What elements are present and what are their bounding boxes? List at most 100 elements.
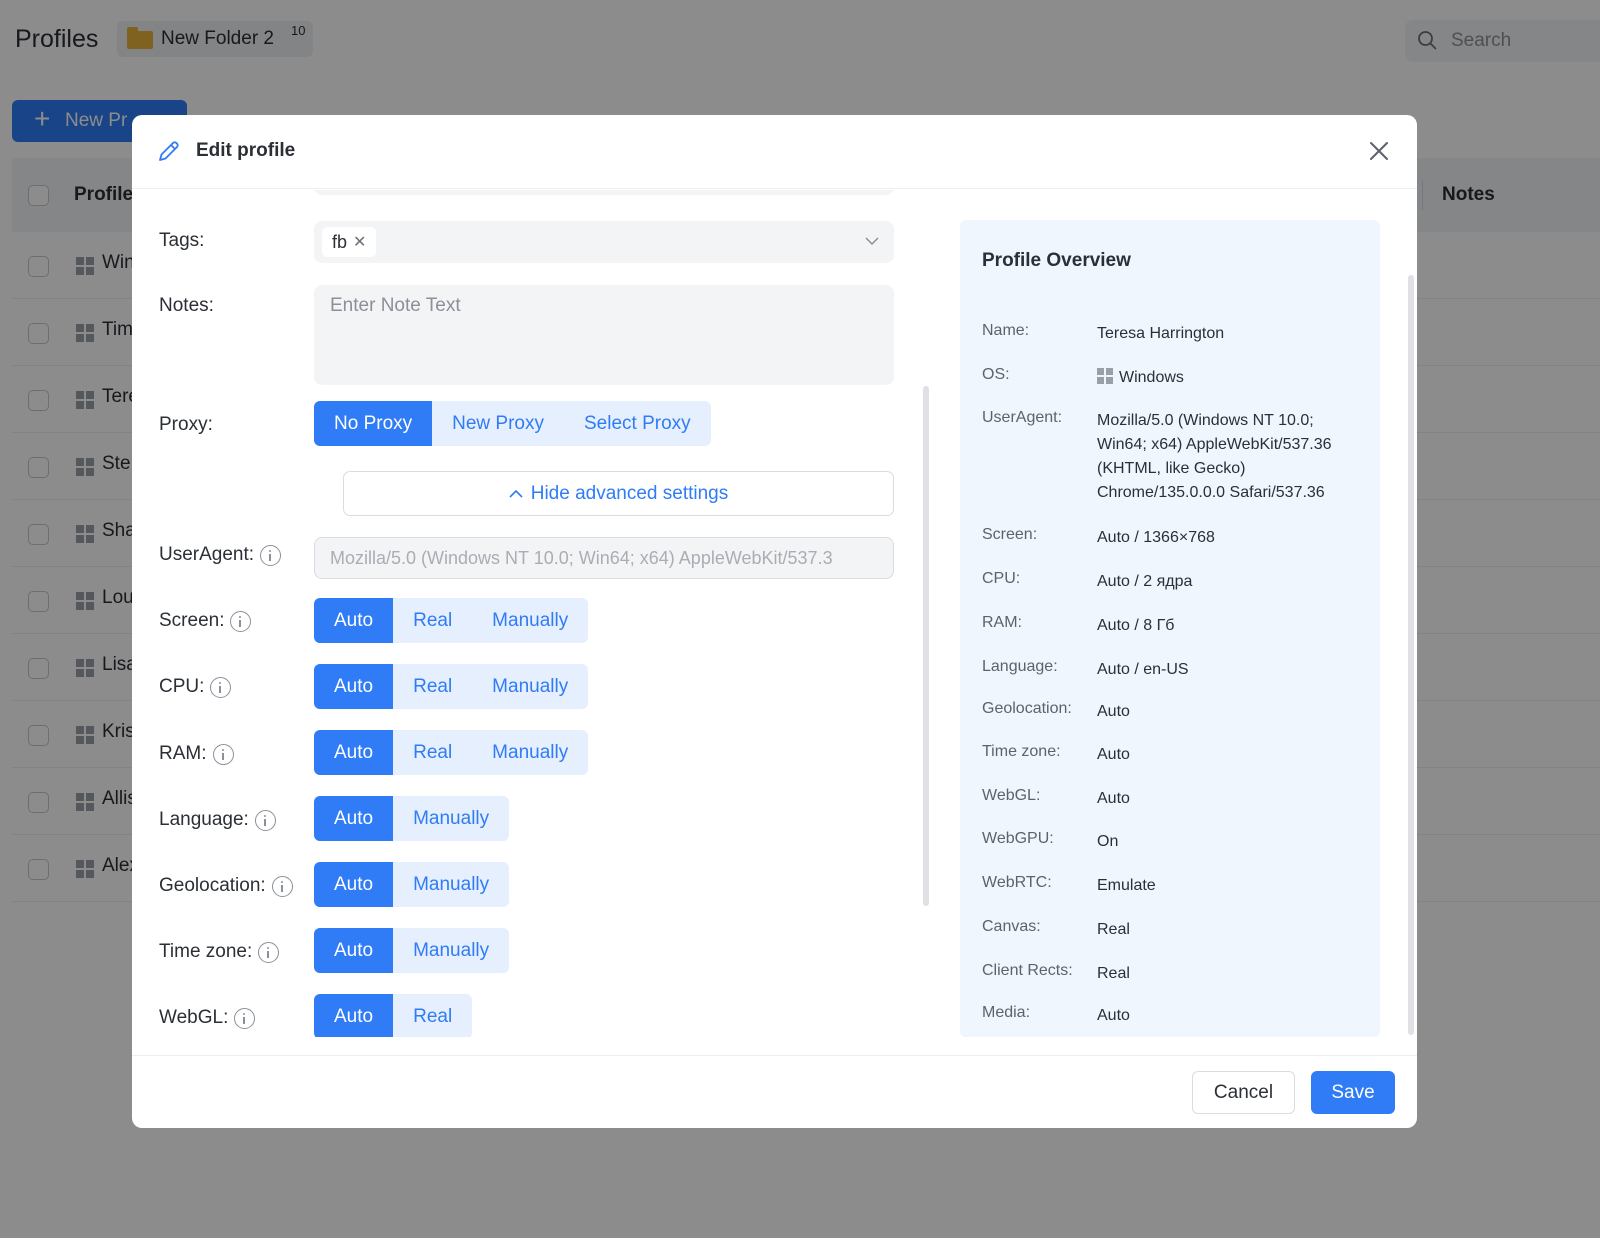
proxy-segmented: No Proxy New Proxy Select Proxy (314, 401, 711, 446)
pencil-icon (159, 141, 179, 161)
screen-label: Screen: (159, 610, 252, 632)
overview-key: RAM: (982, 614, 1022, 631)
screen-label-text: Screen: (159, 610, 225, 631)
overview-key: Media: (982, 1004, 1031, 1021)
overview-title: Profile Overview (982, 250, 1131, 271)
notes-textarea[interactable] (314, 285, 894, 385)
overview-key: Language: (982, 658, 1058, 675)
hide-advanced-settings-button[interactable]: Hide advanced settings (343, 471, 894, 516)
timezone-auto-button[interactable]: Auto (314, 928, 394, 973)
overview-value: Auto (1097, 703, 1130, 720)
geolocation-label-text: Geolocation: (159, 875, 266, 896)
modal-footer: Cancel Save (132, 1055, 1417, 1128)
proxy-label-text: Proxy: (159, 414, 213, 435)
overview-scrollbar[interactable] (1408, 275, 1414, 1035)
proxy-label: Proxy: (159, 414, 213, 436)
screen-manually-button[interactable]: Manually (472, 598, 588, 643)
form-scrollbar[interactable] (923, 386, 929, 906)
tags-label: Tags: (159, 230, 204, 252)
overview-value: Auto / 8 Гб (1097, 617, 1175, 634)
close-icon[interactable] (1368, 140, 1390, 162)
modal-body: Tags: fb✕ Notes: Proxy: No Proxy New Pro… (132, 190, 1417, 1037)
webgl-label-text: WebGL: (159, 1007, 229, 1028)
screen-auto-button[interactable]: Auto (314, 598, 394, 643)
no-proxy-button[interactable]: No Proxy (314, 401, 433, 446)
chevron-up-icon (509, 489, 523, 498)
cpu-auto-button[interactable]: Auto (314, 664, 394, 709)
overview-value: Auto / 2 ядра (1097, 573, 1193, 590)
webgl-real-button[interactable]: Real (393, 994, 472, 1037)
webgl-label: WebGL: (159, 1007, 256, 1029)
overview-key: Canvas: (982, 918, 1041, 935)
overview-value: Teresa Harrington (1097, 325, 1225, 342)
info-icon[interactable] (230, 610, 252, 632)
cpu-real-button[interactable]: Real (393, 664, 472, 709)
timezone-manually-button[interactable]: Manually (393, 928, 509, 973)
overview-key: Time zone: (982, 743, 1061, 760)
cpu-label-text: CPU: (159, 676, 205, 697)
modal-header: Edit profile (132, 115, 1417, 189)
cancel-button[interactable]: Cancel (1192, 1071, 1295, 1114)
tag-chip: fb ✕ (322, 227, 377, 257)
ram-segmented: Auto Real Manually (314, 730, 589, 775)
modal-title: Edit profile (196, 140, 296, 161)
notes-label-text: Notes: (159, 295, 214, 316)
overview-value: Auto / en-US (1097, 661, 1189, 678)
overview-value: Auto (1097, 746, 1130, 763)
info-icon[interactable] (212, 743, 234, 765)
overview-value: Real (1097, 921, 1130, 938)
geolocation-auto-button[interactable]: Auto (314, 862, 394, 907)
screen-segmented: Auto Real Manually (314, 598, 589, 643)
save-button[interactable]: Save (1311, 1071, 1395, 1114)
new-proxy-button[interactable]: New Proxy (432, 401, 564, 446)
cpu-manually-button[interactable]: Manually (472, 664, 588, 709)
overview-value: Auto / 1366×768 (1097, 529, 1215, 546)
hide-advanced-settings-label: Hide advanced settings (530, 482, 729, 504)
useragent-label-text: UserAgent: (159, 544, 255, 565)
cpu-segmented: Auto Real Manually (314, 664, 589, 709)
select-proxy-button[interactable]: Select Proxy (564, 401, 711, 446)
overview-value: Real (1097, 965, 1130, 982)
ram-auto-button[interactable]: Auto (314, 730, 394, 775)
useragent-input[interactable]: Mozilla/5.0 (Windows NT 10.0; Win64; x64… (314, 537, 894, 579)
info-icon[interactable] (254, 809, 276, 831)
ram-real-button[interactable]: Real (393, 730, 472, 775)
windows-icon (1097, 368, 1113, 384)
notes-label: Notes: (159, 295, 214, 317)
overview-key: WebGL: (982, 787, 1041, 804)
language-manually-button[interactable]: Manually (393, 796, 509, 841)
timezone-label-text: Time zone: (159, 941, 253, 962)
ram-manually-button[interactable]: Manually (472, 730, 588, 775)
overview-key: Name: (982, 322, 1030, 339)
webgl-auto-button[interactable]: Auto (314, 994, 394, 1037)
info-icon[interactable] (210, 676, 232, 698)
language-label: Language: (159, 809, 276, 831)
screen-real-button[interactable]: Real (393, 598, 472, 643)
timezone-segmented: Auto Manually (314, 928, 510, 973)
info-icon[interactable] (234, 1007, 256, 1029)
overview-value: Emulate (1097, 877, 1156, 894)
language-segmented: Auto Manually (314, 796, 510, 841)
language-auto-button[interactable]: Auto (314, 796, 394, 841)
clipped-field (314, 190, 894, 195)
profile-overview-panel: Profile Overview Name: Teresa Harrington … (960, 220, 1380, 1037)
info-icon[interactable] (260, 544, 282, 566)
overview-key: CPU: (982, 570, 1021, 587)
useragent-label: UserAgent: (159, 544, 282, 566)
language-label-text: Language: (159, 809, 249, 830)
overview-os-value: Windows (1097, 366, 1367, 390)
cpu-label: CPU: (159, 676, 232, 698)
ram-label-text: RAM: (159, 743, 207, 764)
overview-value: Windows (1119, 369, 1184, 386)
overview-key: WebGPU: (982, 830, 1054, 847)
overview-key: Screen: (982, 526, 1038, 543)
chevron-down-icon (865, 237, 879, 246)
timezone-label: Time zone: (159, 941, 280, 963)
geolocation-manually-button[interactable]: Manually (393, 862, 509, 907)
remove-tag-icon[interactable]: ✕ (353, 232, 366, 252)
info-icon[interactable] (271, 875, 293, 897)
tags-label-text: Tags: (159, 230, 205, 251)
webgl-segmented: Auto Real (314, 994, 473, 1037)
info-icon[interactable] (258, 941, 280, 963)
tags-select[interactable]: fb ✕ (314, 221, 894, 263)
